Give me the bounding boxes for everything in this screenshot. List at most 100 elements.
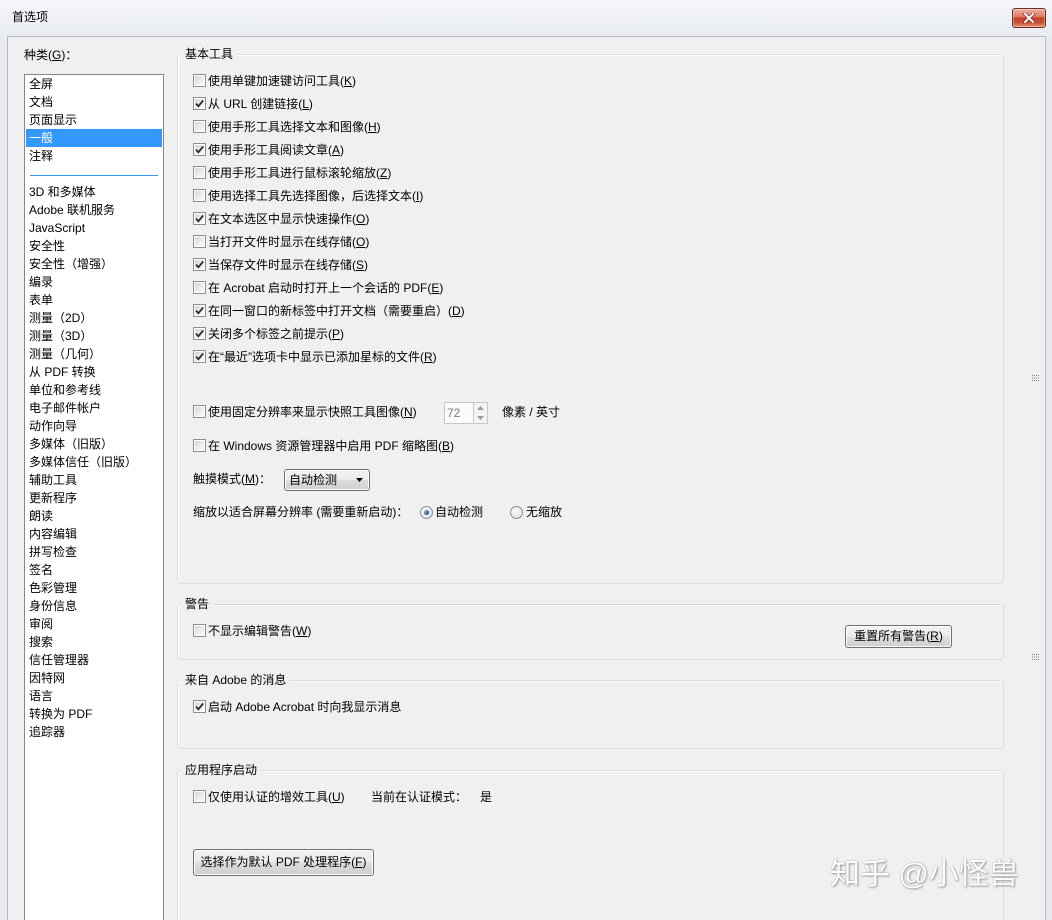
category-item[interactable]: 更新程序 xyxy=(26,489,162,507)
category-item[interactable]: 3D 和多媒体 xyxy=(26,183,162,201)
hide-edit-warnings-checkbox[interactable] xyxy=(193,624,206,637)
quick-actions-on-selection-label: 在文本选区中显示快速操作(O) xyxy=(208,212,370,226)
reopen-last-session-checkbox[interactable] xyxy=(193,281,206,294)
basic-tools-title: 基本工具 xyxy=(182,46,237,62)
category-item[interactable]: 审阅 xyxy=(26,615,162,633)
hand-tool-wheel-zoom-label: 使用手形工具进行鼠标滚轮缩放(Z) xyxy=(208,166,392,180)
adobe-messages-title: 来自 Adobe 的消息 xyxy=(182,672,290,688)
app-startup-title: 应用程序启动 xyxy=(182,762,261,778)
hand-tool-read-articles-checkbox[interactable] xyxy=(193,143,206,156)
fixed-snapshot-resolution-label: 使用固定分辨率来显示快照工具图像(N) xyxy=(208,405,417,419)
category-item[interactable]: 测量（3D） xyxy=(26,327,162,345)
spin-up-icon xyxy=(477,406,484,410)
category-item[interactable]: 因特网 xyxy=(26,669,162,687)
category-item[interactable]: 身份信息 xyxy=(26,597,162,615)
title-bar[interactable]: 首选项 xyxy=(0,0,1052,36)
certified-plugins-only-label: 仅使用认证的增效工具(U) xyxy=(208,790,345,804)
category-item[interactable]: 多媒体（旧版） xyxy=(26,435,162,453)
category-item[interactable]: 搜索 xyxy=(26,633,162,651)
scaling-none-radio[interactable] xyxy=(510,506,523,519)
category-item[interactable]: 页面显示 xyxy=(26,111,162,129)
category-item[interactable]: 辅助工具 xyxy=(26,471,162,489)
snapshot-resolution-input[interactable] xyxy=(444,402,474,424)
show-messages-on-launch-checkbox[interactable] xyxy=(193,700,206,713)
category-item[interactable]: 全屏 xyxy=(26,75,162,93)
warnings-title: 警告 xyxy=(182,596,213,612)
category-item[interactable]: 追踪器 xyxy=(26,723,162,741)
category-item[interactable]: 动作向导 xyxy=(26,417,162,435)
category-item[interactable]: 注释 xyxy=(26,147,162,165)
checkmark-icon xyxy=(195,352,204,361)
category-item[interactable]: 信任管理器 xyxy=(26,651,162,669)
close-button[interactable] xyxy=(1012,8,1046,28)
fixed-snapshot-resolution-checkbox[interactable] xyxy=(193,405,206,418)
scaling-auto-detect-label: 自动检测 xyxy=(435,505,484,519)
certified-plugins-only-checkbox[interactable] xyxy=(193,790,206,803)
spin-up-button[interactable] xyxy=(474,403,487,413)
category-item[interactable]: 测量（2D） xyxy=(26,309,162,327)
prompt-before-closing-tabs-label: 关闭多个标签之前提示(P) xyxy=(208,327,345,341)
category-item[interactable]: 一般 xyxy=(26,129,162,147)
category-item[interactable]: 测量（几何） xyxy=(26,345,162,363)
category-item[interactable]: 多媒体信任（旧版） xyxy=(26,453,162,471)
online-storage-on-save-checkbox[interactable] xyxy=(193,258,206,271)
set-default-pdf-handler-button[interactable]: 选择作为默认 PDF 处理程序(F) xyxy=(193,849,374,876)
category-item[interactable]: 电子邮件帐户 xyxy=(26,399,162,417)
select-tool-images-first-checkbox[interactable] xyxy=(193,189,206,202)
certified-mode-value: 是 xyxy=(480,790,493,804)
single-key-accelerators-checkbox[interactable] xyxy=(193,74,206,87)
category-item[interactable]: 安全性 xyxy=(26,237,162,255)
category-item[interactable]: 编录 xyxy=(26,273,162,291)
touch-mode-dropdown[interactable]: 自动检测 xyxy=(284,469,370,491)
show-starred-in-recent-checkbox[interactable] xyxy=(193,350,206,363)
online-storage-on-save-label: 当保存文件时显示在线存储(S) xyxy=(208,258,369,272)
scaling-auto-detect-radio[interactable] xyxy=(420,506,433,519)
open-in-new-tab-label: 在同一窗口的新标签中打开文档（需要重启）(D) xyxy=(208,304,465,318)
reopen-last-session-label: 在 Acrobat 启动时打开上一个会话的 PDF(E) xyxy=(208,281,444,295)
quick-actions-on-selection-checkbox[interactable] xyxy=(193,212,206,225)
category-list[interactable]: 全屏 文档 页面显示 一般 注释 3D 和多媒体 Adobe 联机服务 JavaScript 安… xyxy=(24,74,164,920)
single-key-accelerators-label: 使用单键加速键访问工具(K) xyxy=(208,74,357,88)
category-item[interactable]: 语言 xyxy=(26,687,162,705)
category-separator xyxy=(30,175,158,176)
explorer-thumbnails-checkbox[interactable] xyxy=(193,439,206,452)
scaling-label: 缩放以适合屏幕分辨率 (需要重新启动)： xyxy=(193,505,409,519)
snapshot-resolution-spinner[interactable] xyxy=(473,402,488,424)
category-item[interactable]: 文档 xyxy=(26,93,162,111)
prompt-before-closing-tabs-checkbox[interactable] xyxy=(193,327,206,340)
hand-tool-wheel-zoom-checkbox[interactable] xyxy=(193,166,206,179)
checkmark-icon xyxy=(195,702,204,711)
category-item[interactable]: 签名 xyxy=(26,561,162,579)
hide-edit-warnings-label: 不显示编辑警告(W) xyxy=(208,624,312,638)
category-item[interactable]: JavaScript xyxy=(26,219,162,237)
checkmark-icon xyxy=(195,99,204,108)
close-icon xyxy=(1023,13,1035,23)
reset-all-warnings-button[interactable]: 重置所有警告(R) xyxy=(845,625,952,648)
hand-tool-select-text-checkbox[interactable] xyxy=(193,120,206,133)
scaling-none-label: 无缩放 xyxy=(526,505,563,519)
grip-icon xyxy=(1032,375,1040,381)
show-messages-on-launch-label: 启动 Adobe Acrobat 时向我显示消息 xyxy=(208,700,402,714)
category-item[interactable]: Adobe 联机服务 xyxy=(26,201,162,219)
hand-tool-select-text-label: 使用手形工具选择文本和图像(H) xyxy=(208,120,381,134)
create-links-from-urls-checkbox[interactable] xyxy=(193,97,206,110)
checkmark-icon xyxy=(195,260,204,269)
category-item[interactable]: 朗读 xyxy=(26,507,162,525)
category-item[interactable]: 单位和参考线 xyxy=(26,381,162,399)
category-item[interactable]: 安全性（增强） xyxy=(26,255,162,273)
certified-mode-label: 当前在认证模式： xyxy=(371,790,468,804)
checkmark-icon xyxy=(195,214,204,223)
online-storage-on-open-checkbox[interactable] xyxy=(193,235,206,248)
category-item[interactable]: 转换为 PDF xyxy=(26,705,162,723)
category-item[interactable]: 从 PDF 转换 xyxy=(26,363,162,381)
show-starred-in-recent-label: 在“最近”选项卡中显示已添加星标的文件(R) xyxy=(208,350,437,364)
radio-dot xyxy=(424,510,429,515)
window-title: 首选项 xyxy=(12,10,49,24)
select-tool-images-first-label: 使用选择工具先选择图像，后选择文本(I) xyxy=(208,189,424,203)
spin-down-button[interactable] xyxy=(474,413,487,423)
category-item[interactable]: 内容编辑 xyxy=(26,525,162,543)
category-item[interactable]: 色彩管理 xyxy=(26,579,162,597)
category-item[interactable]: 表单 xyxy=(26,291,162,309)
category-item[interactable]: 拼写检查 xyxy=(26,543,162,561)
open-in-new-tab-checkbox[interactable] xyxy=(193,304,206,317)
